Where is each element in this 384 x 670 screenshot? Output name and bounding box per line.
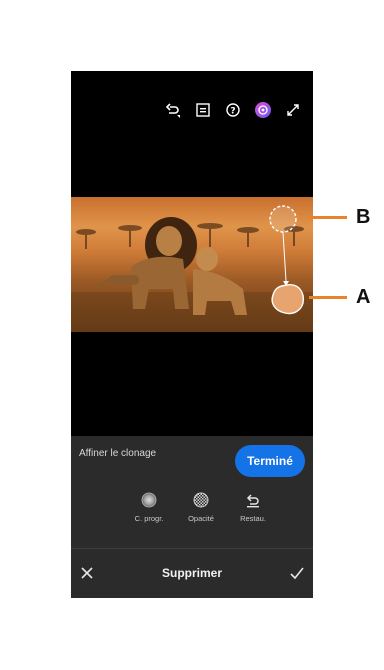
restore-icon <box>246 494 259 508</box>
fullscreen-icon[interactable] <box>285 102 301 118</box>
restore-label: Restau. <box>240 514 266 523</box>
opacity-icon <box>193 492 209 508</box>
refine-clone-panel: Affiner le clonage Terminé C. progr. Opa… <box>71 436 313 598</box>
help-icon[interactable]: ? <box>225 102 241 118</box>
bottom-title: Supprimer <box>161 566 222 580</box>
tool-feather[interactable]: C. progr. <box>129 492 169 523</box>
callout-line-b <box>309 216 347 219</box>
panel-title: Affiner le clonage <box>79 448 157 459</box>
feather-label: C. progr. <box>134 514 164 523</box>
tool-row: C. progr. Opacité Restau. <box>129 492 273 523</box>
compare-icon[interactable] <box>195 102 211 118</box>
opacity-label: Opacité <box>188 514 214 523</box>
check-icon[interactable] <box>287 563 307 583</box>
clone-source-circle[interactable] <box>269 205 297 233</box>
undo-icon[interactable] <box>165 102 181 118</box>
done-button[interactable]: Terminé <box>235 445 305 477</box>
callout-line-a <box>309 296 347 299</box>
clone-target-patch[interactable] <box>271 284 305 315</box>
svg-text:?: ? <box>230 107 235 117</box>
feather-icon <box>141 492 157 508</box>
tool-opacity[interactable]: Opacité <box>181 492 221 523</box>
callout-label-b: B <box>356 206 371 228</box>
phone-screen: ? Affiner le clonage Terminé C. progr. O… <box>71 71 313 598</box>
clone-link-line <box>282 231 287 282</box>
bottom-bar: Supprimer <box>71 549 313 598</box>
callout-label-a: A <box>356 286 371 308</box>
top-toolbar: ? <box>165 101 301 119</box>
photo-canvas[interactable] <box>71 197 313 332</box>
profile-icon[interactable] <box>255 102 271 118</box>
tool-restore[interactable]: Restau. <box>233 492 273 523</box>
